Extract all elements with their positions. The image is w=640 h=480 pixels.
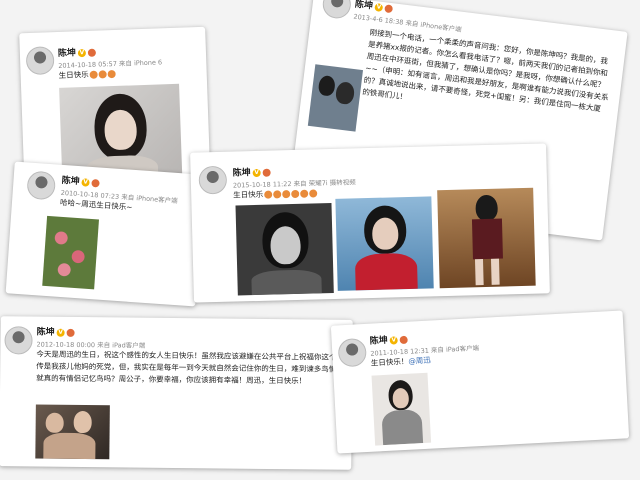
weibo-post-card: 陈坤 V 2015-10-18 11:22 来自 荣耀7i 摄转视频 生日快乐	[190, 143, 550, 303]
fan-badge-icon	[87, 48, 97, 57]
author-name[interactable]: 陈坤 V	[369, 332, 408, 347]
avatar[interactable]	[25, 46, 55, 76]
post-photo[interactable]	[35, 404, 110, 460]
verified-badge-icon: V	[389, 335, 398, 345]
author-name[interactable]: 陈坤 V	[37, 325, 75, 338]
fan-badge-icon	[399, 335, 408, 344]
smile-emoji-icon	[264, 190, 273, 199]
cake-emoji-icon	[291, 189, 300, 199]
author-name[interactable]: 陈坤 V	[58, 45, 97, 59]
cake-emoji-icon	[107, 69, 116, 79]
cake-emoji-icon	[300, 189, 309, 198]
avatar[interactable]	[321, 0, 353, 20]
avatar[interactable]	[337, 337, 368, 368]
fan-badge-icon	[66, 328, 75, 337]
verified-badge-icon: V	[374, 2, 384, 12]
verified-badge-icon: V	[252, 168, 261, 177]
cake-emoji-icon	[98, 70, 107, 79]
avatar[interactable]	[4, 326, 33, 355]
post-text: 生日快乐	[233, 187, 318, 201]
post-text: 今天是周迅的生日，祝这个感性的女人生日快乐！虽然我应该避嫌在公共平台上祝福你这个…	[36, 349, 344, 386]
verified-badge-icon: V	[77, 48, 87, 57]
author-name[interactable]: 陈坤 V	[61, 173, 100, 189]
avatar[interactable]	[26, 170, 57, 201]
avatar[interactable]	[198, 165, 228, 195]
fan-badge-icon	[262, 168, 271, 177]
weibo-post-card: 陈坤 V 2010-10-18 07:23 来自 iPhone客户端 哈哈~周迅生…	[5, 161, 205, 307]
fan-badge-icon	[91, 178, 100, 187]
fan-badge-icon	[384, 3, 394, 13]
weibo-post-card: 陈坤 V 2011-10-18 12:31 来自 iPad客户端 生日快乐！@周迅	[330, 310, 630, 454]
post-photo[interactable]	[235, 203, 334, 296]
verified-badge-icon: V	[81, 177, 90, 187]
post-photo[interactable]	[371, 372, 432, 446]
post-photo[interactable]	[335, 196, 434, 291]
mention-link[interactable]: @周迅	[408, 356, 431, 366]
post-text: 生日快乐！@周迅	[370, 355, 432, 368]
verified-badge-icon: V	[56, 328, 65, 337]
post-text: 生日快乐	[58, 68, 116, 82]
cake-emoji-icon	[309, 189, 318, 198]
cake-emoji-icon	[89, 70, 98, 79]
post-photo[interactable]	[42, 215, 99, 290]
weibo-post-card: 陈坤 V 2012-10-18 00:00 来自 iPad客户端 今天是周迅的生日…	[0, 316, 353, 470]
smile-emoji-icon	[273, 190, 282, 199]
post-photo[interactable]	[437, 187, 536, 289]
post-photo[interactable]	[307, 64, 364, 132]
smile-emoji-icon	[282, 190, 291, 199]
author-name[interactable]: 陈坤 V	[232, 165, 271, 179]
